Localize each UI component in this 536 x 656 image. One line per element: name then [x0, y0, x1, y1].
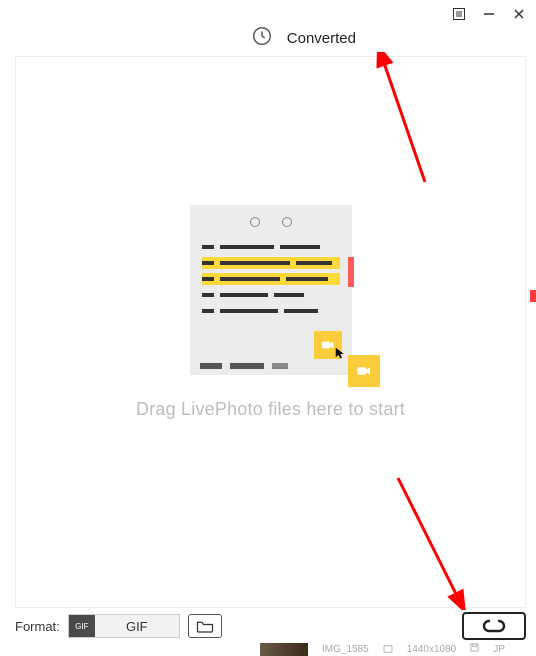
bg-filename: IMG_1585 [322, 644, 369, 655]
format-select[interactable]: GIF GIF [68, 614, 180, 638]
disk-icon [470, 643, 479, 655]
drop-instruction: Drag LivePhoto files here to start [136, 399, 405, 420]
menu-icon[interactable] [450, 5, 468, 23]
bg-resolution: 1440x1080 [407, 644, 457, 655]
minimize-button[interactable] [480, 5, 498, 23]
cursor-icon [334, 346, 348, 365]
red-marker [530, 290, 536, 302]
converted-tab[interactable]: Converted [287, 30, 356, 47]
dropzone-illustration [190, 205, 352, 375]
titlebar [0, 0, 536, 24]
background-list-row: IMG_1585 1440x1080 JP [260, 642, 536, 656]
format-label: Format: [15, 619, 60, 634]
history-icon[interactable] [251, 25, 273, 52]
bg-ext: JP [493, 644, 505, 655]
format-value: GIF [95, 615, 179, 637]
header: Converted [0, 24, 536, 52]
close-button[interactable] [510, 5, 528, 23]
convert-button[interactable] [462, 612, 526, 640]
drop-area[interactable]: Drag LivePhoto files here to start [15, 56, 526, 608]
format-badge: GIF [69, 615, 95, 637]
resolution-icon [383, 645, 393, 653]
thumbnail [260, 643, 308, 656]
camera-icon [348, 355, 380, 387]
bottom-bar: Format: GIF GIF [15, 612, 526, 640]
output-folder-button[interactable] [188, 614, 222, 638]
